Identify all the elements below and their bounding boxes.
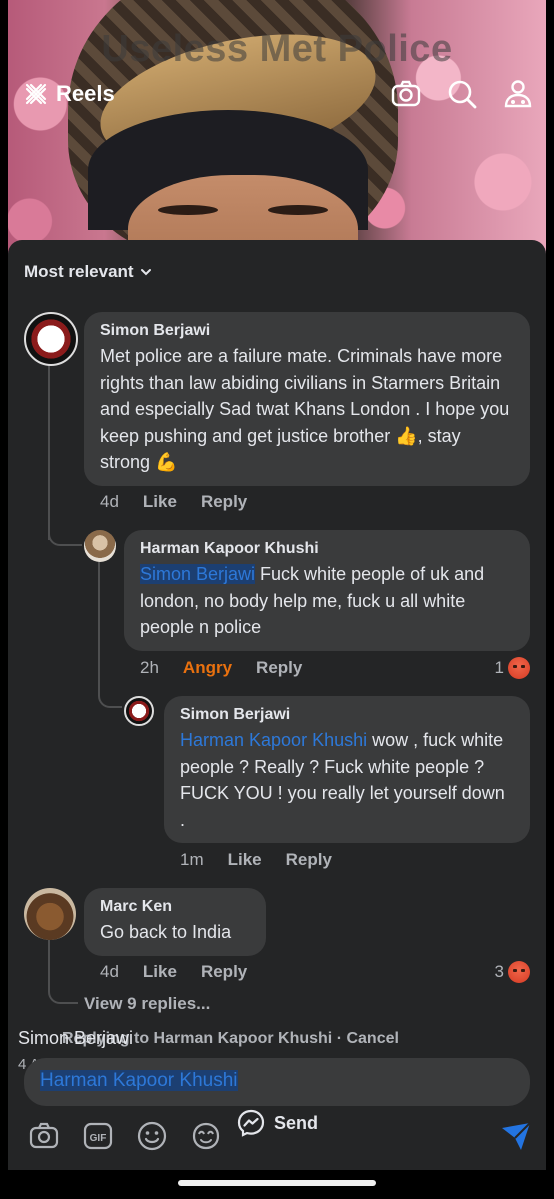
angry-face-icon	[508, 657, 530, 679]
reply-button[interactable]: Reply	[201, 962, 247, 982]
thread-connector	[48, 940, 78, 1004]
comment-text: Met police are a failure mate. Criminals…	[100, 346, 510, 472]
video-brow-right	[268, 205, 328, 215]
messenger-send-button[interactable]: Send	[236, 1108, 318, 1138]
messenger-icon	[237, 1109, 265, 1137]
comment-text-wrap: Harman Kapoor Khushi wow , fuck white pe…	[180, 727, 514, 833]
like-button[interactable]: Like	[143, 962, 177, 982]
comment-time: 4d	[100, 492, 119, 511]
comment-actions: 4d Like Reply	[100, 962, 247, 982]
avatar[interactable]	[24, 312, 78, 366]
video-brow-left	[158, 205, 218, 215]
avatar[interactable]	[124, 696, 154, 726]
camera-icon[interactable]	[28, 1120, 60, 1152]
comment-actions: 1m Like Reply	[180, 850, 332, 870]
avatar-sticker-icon[interactable]	[190, 1120, 222, 1152]
angry-face-icon	[508, 961, 530, 983]
post-author-name: Simon Berjawi	[18, 1028, 134, 1048]
comment-actions: 2h Angry Reply	[140, 658, 302, 678]
avatar[interactable]	[84, 530, 116, 562]
comment-time: 2h	[140, 658, 159, 677]
comment-author[interactable]: Simon Berjawi	[180, 706, 514, 724]
home-indicator	[178, 1180, 376, 1186]
video-watermark-text: Useless Met Police	[101, 28, 453, 70]
reels-label: Reels	[56, 81, 115, 106]
reaction-count[interactable]: 3	[495, 961, 530, 983]
gif-icon[interactable]: GIF	[82, 1120, 114, 1152]
angry-reaction-button[interactable]: Angry	[183, 658, 232, 678]
svg-text:GIF: GIF	[90, 1133, 107, 1144]
camera-icon[interactable]	[390, 78, 422, 110]
reaction-count-value: 3	[494, 962, 504, 981]
thread-line	[48, 360, 50, 540]
search-icon[interactable]	[446, 78, 478, 110]
reply-button[interactable]: Reply	[286, 850, 332, 870]
comment-input-value: Harman Kapoor Khushi	[40, 1070, 238, 1091]
comment-text: Go back to India	[100, 922, 232, 942]
reaction-count-value: 1	[494, 658, 504, 677]
reel-top-actions	[390, 78, 534, 110]
reels-icon	[25, 83, 47, 105]
comment-actions: 4d Like Reply	[100, 492, 247, 512]
comment-bubble: Marc Ken Go back to India	[84, 888, 266, 956]
comment-author[interactable]: Harman Kapoor Khushi	[140, 540, 514, 558]
reaction-count[interactable]: 1	[495, 657, 530, 679]
send-icon[interactable]	[500, 1120, 532, 1152]
view-replies-link[interactable]: View 9 replies...	[84, 994, 210, 1014]
replying-bar: Replying to Harman Kapoor Khushi · Cance…	[0, 1020, 554, 1060]
reply-button[interactable]: Reply	[201, 492, 247, 512]
cancel-reply-button[interactable]: · Cancel	[337, 1030, 399, 1047]
mention-link[interactable]: Harman Kapoor Khushi	[180, 730, 367, 750]
emoji-icon[interactable]	[136, 1120, 168, 1152]
comment-input[interactable]: Harman Kapoor Khushi	[24, 1058, 530, 1106]
profile-icon[interactable]	[502, 78, 534, 110]
avatar[interactable]	[24, 888, 76, 940]
chevron-down-icon	[140, 269, 151, 276]
comment-author[interactable]: Simon Berjawi	[100, 322, 514, 340]
send-label: Send	[274, 1112, 319, 1133]
comment-time: 4d	[100, 962, 119, 981]
composer-toolbar: GIF	[28, 1120, 222, 1152]
comment-author[interactable]: Marc Ken	[100, 898, 250, 916]
sort-label: Most relevant	[24, 262, 134, 281]
comment-text-wrap: Simon Berjawi Fuck white people of uk an…	[140, 561, 514, 641]
like-button[interactable]: Like	[228, 850, 262, 870]
mention-link[interactable]: Simon Berjawi	[140, 564, 256, 584]
comment-bubble: Harman Kapoor Khushi Simon Berjawi Fuck …	[124, 530, 530, 651]
comment-bubble: Simon Berjawi Harman Kapoor Khushi wow ,…	[164, 696, 530, 843]
like-button[interactable]: Like	[143, 492, 177, 512]
reply-button[interactable]: Reply	[256, 658, 302, 678]
thread-connector	[48, 520, 82, 546]
thread-connector	[98, 560, 122, 708]
sort-dropdown[interactable]: Most relevant	[24, 262, 152, 282]
comment-bubble: Simon Berjawi Met police are a failure m…	[84, 312, 530, 486]
comment-time: 1m	[180, 850, 204, 869]
reels-back-button[interactable]: Reels	[22, 80, 115, 108]
